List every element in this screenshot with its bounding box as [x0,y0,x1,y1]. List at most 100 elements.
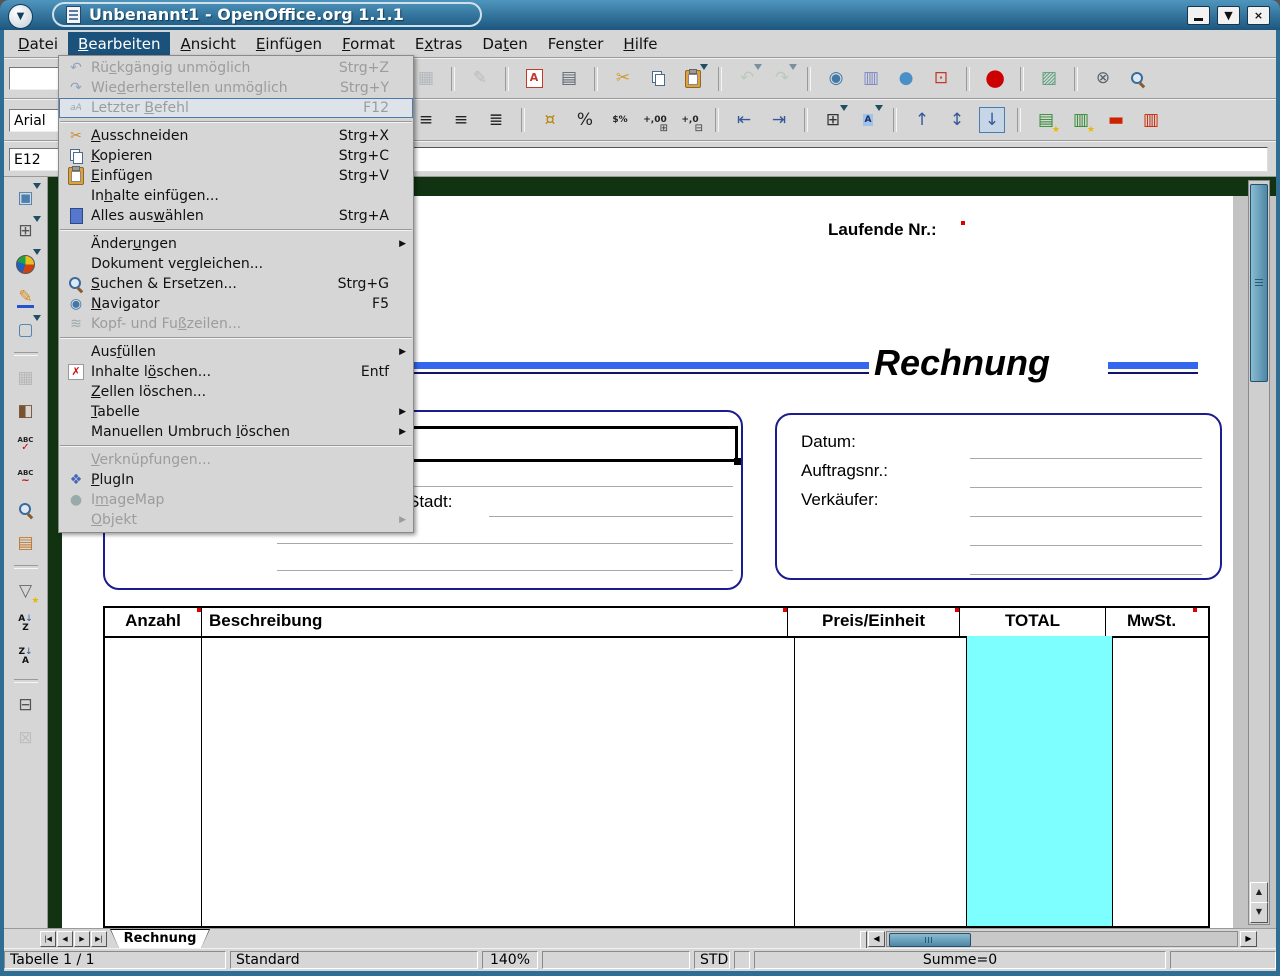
status-empty-field [542,951,690,969]
load-url-field[interactable] [9,67,59,90]
menu-fenster[interactable]: Fenster [538,32,614,56]
insert-chart-icon[interactable] [13,251,39,277]
increase-indent-icon[interactable]: ⇥ [766,107,792,133]
column-total-highlighted[interactable] [966,636,1112,926]
column-anzahl[interactable] [105,636,201,926]
stylist-icon[interactable]: ▥ [858,66,884,92]
vertical-scrollbar[interactable]: ▲ ▼ [1248,180,1270,925]
menu-extras[interactable]: Extras [405,32,472,56]
standard-format-icon[interactable]: $% [607,107,633,133]
column-mwst[interactable] [1112,636,1204,926]
insert-object-icon[interactable]: ▣ [13,185,39,211]
decrease-indent-icon[interactable]: ⇤ [731,107,757,133]
sheet-tab-bar: |◀ ◀ ▶ ▶| Rechnung ◀ ▶ [4,928,1276,949]
menuitem-einfügen[interactable]: EinfügenStrg+V [59,166,413,186]
vertical-scrollbar-thumb[interactable] [1250,184,1268,382]
autofilter-icon[interactable]: ▽★ [13,578,39,604]
sort-ascending-icon[interactable]: A↓Z [13,611,39,637]
first-sheet-button[interactable]: |◀ [40,931,56,947]
record-icon[interactable]: ● [982,66,1008,92]
selection-handle[interactable] [734,458,741,465]
draw-functions-icon[interactable]: ✎ [13,284,39,310]
menuitem-zellen-löschen[interactable]: Zellen löschen... [59,382,413,402]
menuitem-suchen-ersetzen[interactable]: Suchen & Ersetzen...Strg+G [59,274,413,294]
align-top-icon[interactable]: ↑ [909,107,935,133]
remove-decimal-icon[interactable]: +,0⊟ [677,107,703,133]
data-sources-icon[interactable]: ▤ [13,530,39,556]
last-sheet-button[interactable]: ▶| [91,931,107,947]
scroll-up-button[interactable]: ▲ [1250,882,1268,903]
menu-format[interactable]: Format [332,32,405,56]
insert-cells-icon[interactable]: ⊞ [13,218,39,244]
column-preis-einheit[interactable] [794,636,966,926]
insert-column-icon[interactable]: ▥★ [1068,107,1094,133]
menuitem-dokument-vergleichen[interactable]: Dokument vergleichen... [59,254,413,274]
menuitem-änderungen[interactable]: Änderungen▶ [59,234,413,254]
autospellcheck-icon[interactable]: ABC~ [13,464,39,490]
percent-format-icon[interactable]: % [572,107,598,133]
align-justify-icon[interactable]: ≣ [483,107,509,133]
align-bottom-icon[interactable]: ↓ [979,107,1005,133]
cell-reference-field[interactable]: E12 [9,148,59,171]
header-preis-einheit: Preis/Einheit [787,608,959,636]
spellcheck-icon[interactable]: ABC✓ [13,431,39,457]
menu-bearbeiten[interactable]: Bearbeiten [68,32,170,56]
delete-column-icon[interactable]: ▥ [1138,107,1164,133]
navigator-icon[interactable]: ◉ [823,66,849,92]
font-name-field[interactable]: Arial [9,109,59,132]
scroll-right-button[interactable]: ▶ [1240,931,1257,947]
currency-format-icon[interactable]: ¤ [537,107,563,133]
column-beschreibung[interactable] [201,636,794,926]
menuitem-tabelle[interactable]: Tabelle▶ [59,402,413,422]
print-icon[interactable]: ▤ [556,66,582,92]
maximize-button[interactable]: ▼ [1217,6,1240,25]
menuitem-ausschneiden[interactable]: ✂AusschneidenStrg+X [59,126,413,146]
tab-scrollbar-splitter[interactable] [860,931,867,949]
align-middle-icon[interactable]: ↕ [944,107,970,133]
scroll-down-button[interactable]: ▼ [1250,902,1268,923]
menuitem-plugin[interactable]: ❖PlugIn [59,470,413,490]
close-button[interactable]: × [1247,6,1270,25]
horizontal-scrollbar-thumb[interactable] [889,933,971,947]
zoom-icon[interactable]: ⊡ [928,66,954,92]
choose-themes-icon[interactable]: ◧ [13,398,39,424]
menu-ansicht[interactable]: Ansicht [170,32,245,56]
delete-row-icon[interactable]: ▬ [1103,107,1129,133]
align-center-icon[interactable]: ≡ [413,107,439,133]
scroll-left-button[interactable]: ◀ [868,931,885,947]
group-icon[interactable]: ⊟ [13,692,39,718]
menuitem-manuellen-umbruch-löschen[interactable]: Manuellen Umbruch löschen▶ [59,422,413,442]
hyperlink-icon[interactable]: ● [893,66,919,92]
menu-daten[interactable]: Daten [472,32,537,56]
next-sheet-button[interactable]: ▶ [74,931,90,947]
borders-icon[interactable]: ⊞ [820,107,846,133]
insert-row-icon[interactable]: ▤★ [1033,107,1059,133]
find-icon[interactable] [13,497,39,523]
gallery-icon[interactable]: ▨ [1036,66,1062,92]
cut-icon[interactable]: ✂ [610,66,636,92]
menuitem-inhalte-löschen[interactable]: ✗Inhalte löschen...Entf [59,362,413,382]
paste-icon[interactable] [680,66,706,92]
background-color-icon[interactable]: A [855,107,881,133]
sheet-tab-rechnung[interactable]: Rechnung [110,929,210,948]
add-decimal-icon[interactable]: +,00⊞ [642,107,668,133]
window-menu-button[interactable]: ▼ [8,4,33,29]
copy-icon[interactable] [645,66,671,92]
menu-datei[interactable]: Datei [8,32,68,56]
page-preview-icon[interactable] [1125,66,1151,92]
form-functions-icon[interactable]: ▢ [13,317,39,343]
export-pdf-icon[interactable]: A [521,66,547,92]
align-right-icon[interactable]: ≡ [448,107,474,133]
minimize-button[interactable] [1187,6,1210,25]
menuitem-alles-auswählen[interactable]: Alles auswählenStrg+A [59,206,413,226]
previous-sheet-button[interactable]: ◀ [57,931,73,947]
menu-hilfe[interactable]: Hilfe [613,32,667,56]
sort-descending-icon[interactable]: Z↓A [13,644,39,670]
menu-einfügen[interactable]: Einfügen [246,32,332,56]
menuitem-ausfüllen[interactable]: Ausfüllen▶ [59,342,413,362]
menuitem-inhalte-einfügen[interactable]: Inhalte einfügen... [59,186,413,206]
menuitem-kopieren[interactable]: KopierenStrg+C [59,146,413,166]
horizontal-scrollbar[interactable] [886,931,1238,947]
stop-icon[interactable]: ⊗ [1090,66,1116,92]
menuitem-navigator[interactable]: ◉NavigatorF5 [59,294,413,314]
